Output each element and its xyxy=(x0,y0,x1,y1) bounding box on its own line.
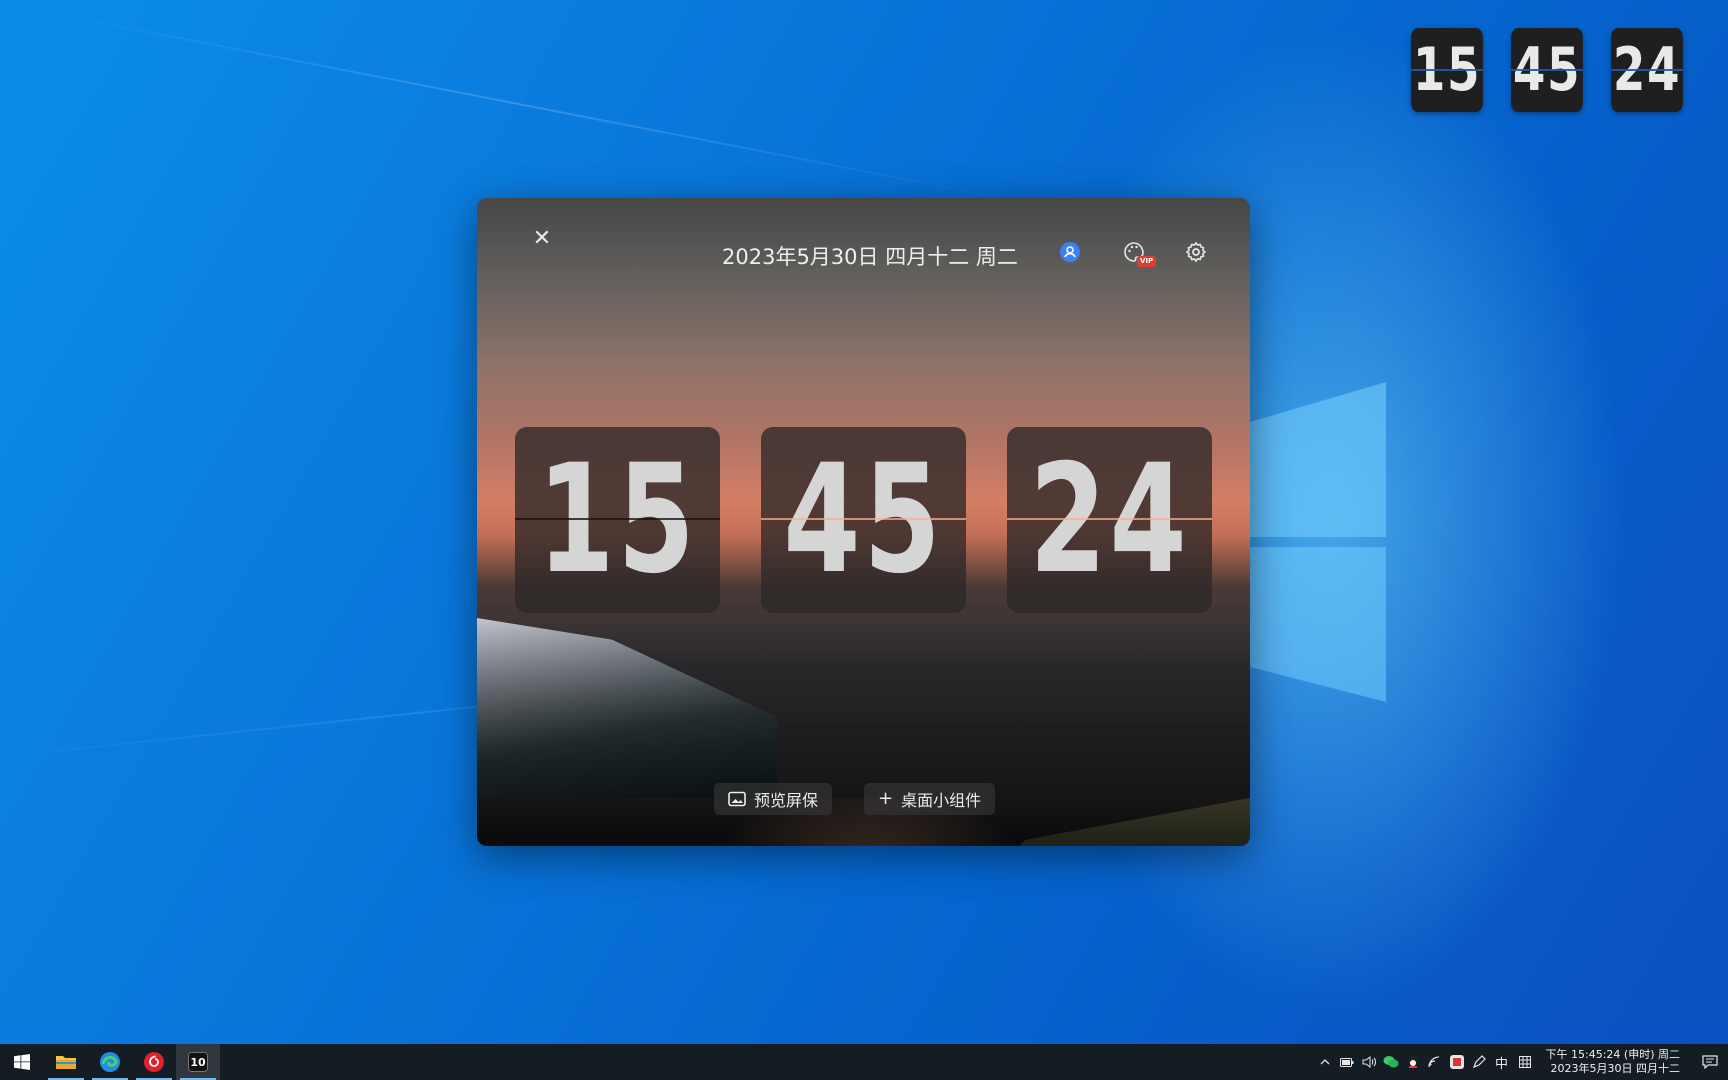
taskbar-date: 2023年5月30日 四月十二 xyxy=(1550,1062,1681,1075)
user-icon[interactable] xyxy=(1058,240,1082,264)
taskbar: 10 中 下午 15:45:24 (申时) 周二 2023年5月30日 四月十二 xyxy=(0,1044,1728,1080)
taskbar-flip-clock[interactable]: 10 xyxy=(176,1044,220,1080)
flip-card-seconds: 24 xyxy=(1007,427,1212,613)
flip-seam xyxy=(1007,518,1212,520)
taskbar-edge[interactable] xyxy=(88,1044,132,1080)
windows-wallpaper-logo xyxy=(1250,382,1386,702)
desktop-widget-button[interactable]: + 桌面小组件 xyxy=(864,783,996,815)
app-tray-icon[interactable] xyxy=(1446,1044,1468,1080)
widget-minutes: 45 xyxy=(1511,28,1583,112)
widget-seconds-text: 24 xyxy=(1612,35,1682,105)
flip-seam xyxy=(515,518,720,520)
preview-screensaver-label: 预览屏保 xyxy=(754,791,819,810)
desktop-widget-label: 桌面小组件 xyxy=(901,791,982,810)
action-center-button[interactable] xyxy=(1692,1044,1728,1080)
flip-card-hours: 15 xyxy=(515,427,720,613)
taskbar-clock[interactable]: 下午 15:45:24 (申时) 周二 2023年5月30日 四月十二 xyxy=(1536,1048,1692,1076)
pen-icon[interactable] xyxy=(1468,1044,1490,1080)
ime-grid-icon[interactable] xyxy=(1514,1044,1536,1080)
flip-clock-app-icon-label: 10 xyxy=(190,1055,206,1069)
close-button[interactable]: ✕ xyxy=(529,226,555,252)
network-icon[interactable] xyxy=(1424,1044,1446,1080)
taskbar-time: 下午 15:45:24 (申时) 周二 xyxy=(1545,1048,1680,1061)
preview-screensaver-button[interactable]: 预览屏保 xyxy=(714,783,833,815)
hours-digits: 15 xyxy=(537,433,698,607)
date-label: 2023年5月30日 四月十二 周二 xyxy=(722,245,1018,269)
ime-chinese-indicator[interactable]: 中 xyxy=(1490,1044,1514,1080)
flip-clock-app-window: ✕ 2023年5月30日 四月十二 周二 VIP 15 45 24 预览屏保 +… xyxy=(477,198,1250,846)
folder-icon xyxy=(56,1056,76,1069)
flip-clock-display: 15 45 24 xyxy=(515,427,1212,613)
taskbar-netease-music[interactable] xyxy=(132,1044,176,1080)
settings-gear-icon[interactable] xyxy=(1184,240,1208,264)
notification-icon xyxy=(1702,1055,1718,1069)
image-icon xyxy=(728,791,746,807)
edge-browser-icon xyxy=(100,1052,120,1072)
desktop-flip-clock-widget[interactable]: 15 45 24 xyxy=(1401,28,1693,112)
vip-badge: VIP xyxy=(1137,256,1157,267)
battery-icon[interactable] xyxy=(1336,1044,1358,1080)
widget-hours: 15 xyxy=(1411,28,1483,112)
flip-seam xyxy=(761,518,966,520)
netease-music-icon xyxy=(144,1052,164,1072)
windows-start-icon xyxy=(14,1054,30,1070)
seconds-digits: 24 xyxy=(1029,433,1190,607)
start-button[interactable] xyxy=(0,1044,44,1080)
widget-hours-text: 15 xyxy=(1412,35,1482,105)
show-hidden-icons-chevron-icon[interactable] xyxy=(1314,1044,1336,1080)
qq-icon[interactable] xyxy=(1402,1044,1424,1080)
bottom-actions: 预览屏保 + 桌面小组件 xyxy=(714,783,996,815)
widget-seconds: 24 xyxy=(1611,28,1683,112)
volume-icon[interactable] xyxy=(1358,1044,1380,1080)
minutes-digits: 45 xyxy=(783,433,944,607)
widget-minutes-text: 45 xyxy=(1512,35,1582,105)
taskbar-file-explorer[interactable] xyxy=(44,1044,88,1080)
flip-card-minutes: 45 xyxy=(761,427,966,613)
system-tray: 中 下午 15:45:24 (申时) 周二 2023年5月30日 四月十二 xyxy=(1314,1044,1728,1080)
plus-icon: + xyxy=(878,788,894,809)
wechat-icon[interactable] xyxy=(1380,1044,1402,1080)
